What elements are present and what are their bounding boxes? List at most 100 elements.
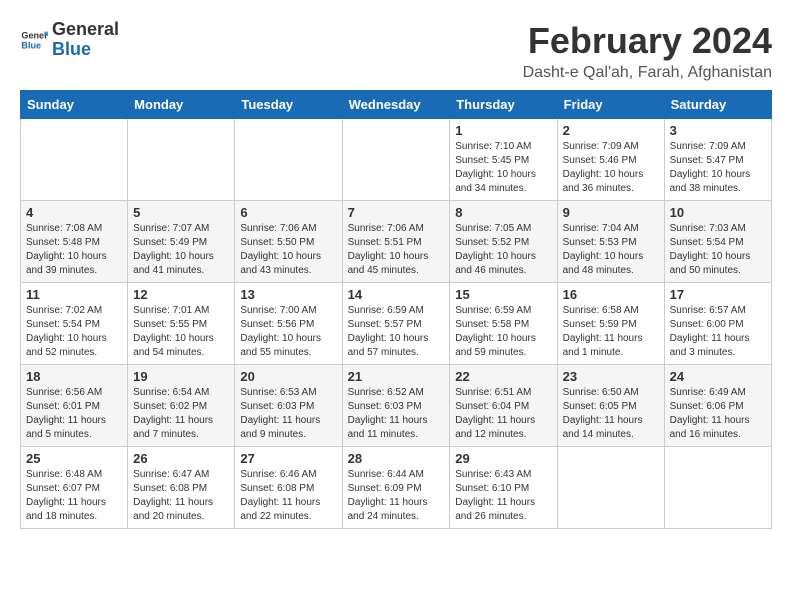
logo-text: General Blue (52, 20, 119, 60)
calendar-cell: 13Sunrise: 7:00 AMSunset: 5:56 PMDayligh… (235, 283, 342, 365)
day-info: Sunrise: 6:52 AMSunset: 6:03 PMDaylight:… (348, 386, 445, 442)
calendar-cell: 4Sunrise: 7:08 AMSunset: 5:48 PMDaylight… (21, 201, 128, 283)
calendar-subtitle: Dasht-e Qal'ah, Farah, Afghanistan (523, 64, 772, 82)
calendar-cell: 18 Sunrise: 6:56 AMSunset: 6:01 PMDayligh… (21, 365, 128, 447)
calendar-cell: 25 Sunrise: 6:48 AMSunset: 6:07 PMDayligh… (21, 447, 128, 529)
day-number: 4 (26, 205, 122, 220)
day-info: Sunrise: 6:54 AMSunset: 6:02 PMDaylight:… (133, 386, 229, 442)
day-number: 22 (455, 369, 551, 384)
calendar-cell: 12 Sunrise: 7:01 AMSunset: 5:55 PMDayligh… (128, 283, 235, 365)
day-number: 29 (455, 451, 551, 466)
day-number: 5 (133, 205, 229, 220)
day-number: 17 (670, 287, 766, 302)
day-number: 2 (563, 123, 659, 138)
day-info: Sunrise: 7:09 AMSunset: 5:46 PMDaylight:… (563, 140, 659, 196)
calendar-cell: 20 Sunrise: 6:53 AMSunset: 6:03 PMDayligh… (235, 365, 342, 447)
calendar-cell: 2 Sunrise: 7:09 AMSunset: 5:46 PMDaylight… (557, 119, 664, 201)
calendar-cell (664, 447, 771, 529)
logo-icon: General Blue (20, 26, 48, 54)
day-info: Sunrise: 7:05 AMSunset: 5:52 PMDaylight:… (455, 222, 551, 278)
day-info: Sunrise: 6:56 AMSunset: 6:01 PMDaylight:… (26, 386, 122, 442)
day-info: Sunrise: 6:59 AMSunset: 5:58 PMDaylight:… (455, 304, 551, 360)
day-info: Sunrise: 6:47 AMSunset: 6:08 PMDaylight:… (133, 468, 229, 524)
day-info: Sunrise: 6:44 AMSunset: 6:09 PMDaylight:… (348, 468, 445, 524)
calendar-cell: 8 Sunrise: 7:05 AMSunset: 5:52 PMDaylight… (450, 201, 557, 283)
day-info: Sunrise: 6:49 AMSunset: 6:06 PMDaylight:… (670, 386, 766, 442)
day-info: Sunrise: 6:51 AMSunset: 6:04 PMDaylight:… (455, 386, 551, 442)
calendar-cell: 14 Sunrise: 6:59 AMSunset: 5:57 PMDayligh… (342, 283, 450, 365)
weekday-header-saturday: Saturday (664, 91, 771, 119)
svg-text:Blue: Blue (21, 40, 41, 50)
day-info: Sunrise: 7:03 AMSunset: 5:54 PMDaylight:… (670, 222, 766, 278)
calendar-cell (128, 119, 235, 201)
calendar-cell: 5 Sunrise: 7:07 AMSunset: 5:49 PMDaylight… (128, 201, 235, 283)
day-info: Sunrise: 6:53 AMSunset: 6:03 PMDaylight:… (240, 386, 336, 442)
calendar-cell: 10 Sunrise: 7:03 AMSunset: 5:54 PMDayligh… (664, 201, 771, 283)
day-info: Sunrise: 6:50 AMSunset: 6:05 PMDaylight:… (563, 386, 659, 442)
day-info: Sunrise: 7:01 AMSunset: 5:55 PMDaylight:… (133, 304, 229, 360)
day-number: 18 (26, 369, 122, 384)
day-number: 12 (133, 287, 229, 302)
calendar-cell: 19 Sunrise: 6:54 AMSunset: 6:02 PMDayligh… (128, 365, 235, 447)
day-info: Sunrise: 6:58 AMSunset: 5:59 PMDaylight:… (563, 304, 659, 360)
day-number: 20 (240, 369, 336, 384)
day-number: 15 (455, 287, 551, 302)
calendar-table: SundayMondayTuesdayWednesdayThursdayFrid… (20, 90, 772, 529)
calendar-cell: 28Sunrise: 6:44 AMSunset: 6:09 PMDayligh… (342, 447, 450, 529)
svg-text:General: General (21, 30, 48, 40)
day-info: Sunrise: 7:09 AMSunset: 5:47 PMDaylight:… (670, 140, 766, 196)
day-number: 7 (348, 205, 445, 220)
calendar-cell: 1Sunrise: 7:10 AMSunset: 5:45 PMDaylight… (450, 119, 557, 201)
calendar-cell: 15 Sunrise: 6:59 AMSunset: 5:58 PMDayligh… (450, 283, 557, 365)
day-number: 6 (240, 205, 336, 220)
calendar-week-row: 25 Sunrise: 6:48 AMSunset: 6:07 PMDayligh… (21, 447, 772, 529)
calendar-cell: 22 Sunrise: 6:51 AMSunset: 6:04 PMDayligh… (450, 365, 557, 447)
day-info: Sunrise: 6:48 AMSunset: 6:07 PMDaylight:… (26, 468, 122, 524)
calendar-cell (235, 119, 342, 201)
calendar-cell: 21 Sunrise: 6:52 AMSunset: 6:03 PMDayligh… (342, 365, 450, 447)
day-number: 8 (455, 205, 551, 220)
title-section: February 2024 Dasht-e Qal'ah, Farah, Afg… (523, 20, 772, 82)
day-number: 24 (670, 369, 766, 384)
weekday-header-sunday: Sunday (21, 91, 128, 119)
day-info: Sunrise: 7:00 AMSunset: 5:56 PMDaylight:… (240, 304, 336, 360)
calendar-cell (21, 119, 128, 201)
calendar-cell: 23 Sunrise: 6:50 AMSunset: 6:05 PMDayligh… (557, 365, 664, 447)
calendar-cell (557, 447, 664, 529)
day-number: 19 (133, 369, 229, 384)
day-number: 25 (26, 451, 122, 466)
calendar-cell: 24 Sunrise: 6:49 AMSunset: 6:06 PMDayligh… (664, 365, 771, 447)
day-info: Sunrise: 7:07 AMSunset: 5:49 PMDaylight:… (133, 222, 229, 278)
day-number: 11 (26, 287, 122, 302)
day-number: 16 (563, 287, 659, 302)
day-number: 9 (563, 205, 659, 220)
weekday-header-thursday: Thursday (450, 91, 557, 119)
calendar-cell: 7 Sunrise: 7:06 AMSunset: 5:51 PMDaylight… (342, 201, 450, 283)
calendar-cell: 9 Sunrise: 7:04 AMSunset: 5:53 PMDaylight… (557, 201, 664, 283)
day-number: 10 (670, 205, 766, 220)
day-number: 26 (133, 451, 229, 466)
day-number: 23 (563, 369, 659, 384)
page-header: General Blue General Blue February 2024 … (20, 20, 772, 82)
calendar-cell (342, 119, 450, 201)
weekday-header-wednesday: Wednesday (342, 91, 450, 119)
calendar-week-row: 1Sunrise: 7:10 AMSunset: 5:45 PMDaylight… (21, 119, 772, 201)
day-info: Sunrise: 7:06 AMSunset: 5:51 PMDaylight:… (348, 222, 445, 278)
calendar-title: February 2024 (523, 20, 772, 62)
weekday-header-tuesday: Tuesday (235, 91, 342, 119)
day-info: Sunrise: 7:04 AMSunset: 5:53 PMDaylight:… (563, 222, 659, 278)
day-info: Sunrise: 6:59 AMSunset: 5:57 PMDaylight:… (348, 304, 445, 360)
calendar-cell: 27Sunrise: 6:46 AMSunset: 6:08 PMDayligh… (235, 447, 342, 529)
day-info: Sunrise: 7:02 AMSunset: 5:54 PMDaylight:… (26, 304, 122, 360)
day-number: 3 (670, 123, 766, 138)
calendar-week-row: 11 Sunrise: 7:02 AMSunset: 5:54 PMDayligh… (21, 283, 772, 365)
day-number: 21 (348, 369, 445, 384)
calendar-cell: 16 Sunrise: 6:58 AMSunset: 5:59 PMDayligh… (557, 283, 664, 365)
day-number: 1 (455, 123, 551, 138)
calendar-cell: 26 Sunrise: 6:47 AMSunset: 6:08 PMDayligh… (128, 447, 235, 529)
day-number: 14 (348, 287, 445, 302)
day-info: Sunrise: 7:06 AMSunset: 5:50 PMDaylight:… (240, 222, 336, 278)
day-number: 27 (240, 451, 336, 466)
calendar-cell: 6 Sunrise: 7:06 AMSunset: 5:50 PMDaylight… (235, 201, 342, 283)
weekday-header-row: SundayMondayTuesdayWednesdayThursdayFrid… (21, 91, 772, 119)
